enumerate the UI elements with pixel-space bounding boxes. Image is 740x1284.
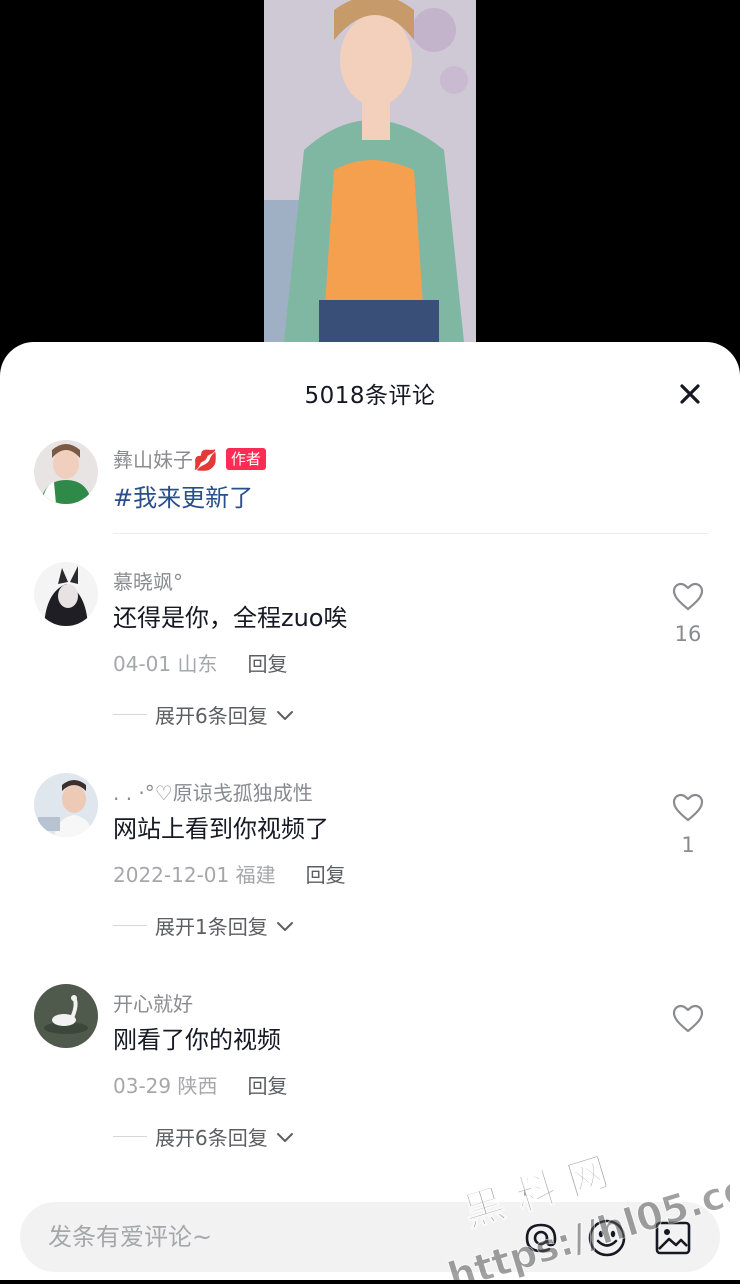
expand-replies-button[interactable]: 展开6条回复: [113, 1122, 296, 1151]
close-icon: [680, 384, 700, 404]
comment-input[interactable]: [48, 1202, 488, 1272]
avatar[interactable]: [34, 773, 98, 837]
like-button[interactable]: [662, 1004, 714, 1044]
expand-line: [113, 925, 147, 926]
image-icon: [655, 1221, 691, 1255]
comment-username[interactable]: 开心就好: [113, 988, 193, 1017]
comment-text: 刚看了你的视频: [113, 1026, 281, 1054]
reply-button[interactable]: 回复: [247, 648, 287, 677]
author-name[interactable]: 彝山妹子💋: [113, 444, 218, 473]
hashtag-link[interactable]: #我来更新了: [113, 478, 253, 513]
heart-outline-icon: [672, 793, 704, 822]
avatar[interactable]: [34, 440, 98, 504]
avatar[interactable]: [34, 984, 98, 1048]
comment-meta: 04-01 山东 回复: [113, 648, 287, 677]
expand-replies-label: 展开6条回复: [155, 1126, 268, 1150]
expand-line: [113, 1136, 147, 1137]
comment-text: 还得是你，全程zuo唉: [113, 604, 348, 632]
comment-sheet: 5018条评论 彝山妹子💋 作者 #我来更新了 慕晓飒° 还得是你，全程zuo唉…: [0, 342, 740, 1280]
comment-input-bar: [20, 1202, 720, 1272]
comment-meta: 2022-12-01 福建 回复: [113, 859, 346, 888]
comment-date-location: 04-01 山东: [113, 652, 218, 676]
comment-item: 慕晓飒° 还得是你，全程zuo唉 04-01 山东 回复 展开6条回复 16: [0, 560, 740, 760]
comment-item: 开心就好 刚看了你的视频 03-29 陕西 回复 展开6条回复: [0, 982, 740, 1182]
at-icon: [525, 1223, 557, 1253]
comment-count-title: 5018条评论: [304, 383, 436, 409]
author-badge: 作者: [225, 447, 266, 470]
emoji-button[interactable]: [586, 1217, 628, 1259]
like-button[interactable]: 1: [662, 793, 714, 857]
mention-button[interactable]: [520, 1217, 562, 1259]
close-button[interactable]: [672, 376, 708, 412]
comment-text: 网站上看到你视频了: [113, 815, 329, 843]
expand-replies-label: 展开1条回复: [155, 915, 268, 939]
comment-username[interactable]: . . ·°♡原谅戋孤独成性: [113, 777, 313, 806]
expand-line: [113, 714, 147, 715]
reply-button[interactable]: 回复: [247, 1070, 287, 1099]
heart-outline-icon: [672, 1004, 704, 1033]
comment-date-location: 2022-12-01 福建: [113, 863, 276, 887]
chevron-down-icon: [276, 921, 293, 931]
video-thumbnail[interactable]: [264, 0, 476, 342]
like-count: 1: [681, 833, 695, 857]
heart-outline-icon: [672, 582, 704, 611]
image-button[interactable]: [652, 1217, 694, 1259]
expand-replies-button[interactable]: 展开6条回复: [113, 700, 296, 729]
author-post: 彝山妹子💋 作者 #我来更新了: [0, 438, 740, 536]
author-name-line: 彝山妹子💋 作者: [113, 444, 266, 473]
comment-username[interactable]: 慕晓飒°: [113, 566, 183, 595]
comment-meta: 03-29 陕西 回复: [113, 1070, 287, 1099]
expand-replies-label: 展开6条回复: [155, 704, 268, 728]
video-background: [0, 0, 740, 345]
reply-button[interactable]: 回复: [306, 859, 346, 888]
avatar[interactable]: [34, 562, 98, 626]
comment-item: . . ·°♡原谅戋孤独成性 网站上看到你视频了 2022-12-01 福建 回…: [0, 771, 740, 971]
chevron-down-icon: [276, 1132, 293, 1142]
emoji-icon: [588, 1219, 626, 1257]
chevron-down-icon: [276, 710, 293, 720]
divider: [113, 533, 708, 534]
like-button[interactable]: 16: [662, 582, 714, 646]
like-count: 16: [674, 622, 702, 646]
comment-date-location: 03-29 陕西: [113, 1074, 218, 1098]
expand-replies-button[interactable]: 展开1条回复: [113, 911, 296, 940]
